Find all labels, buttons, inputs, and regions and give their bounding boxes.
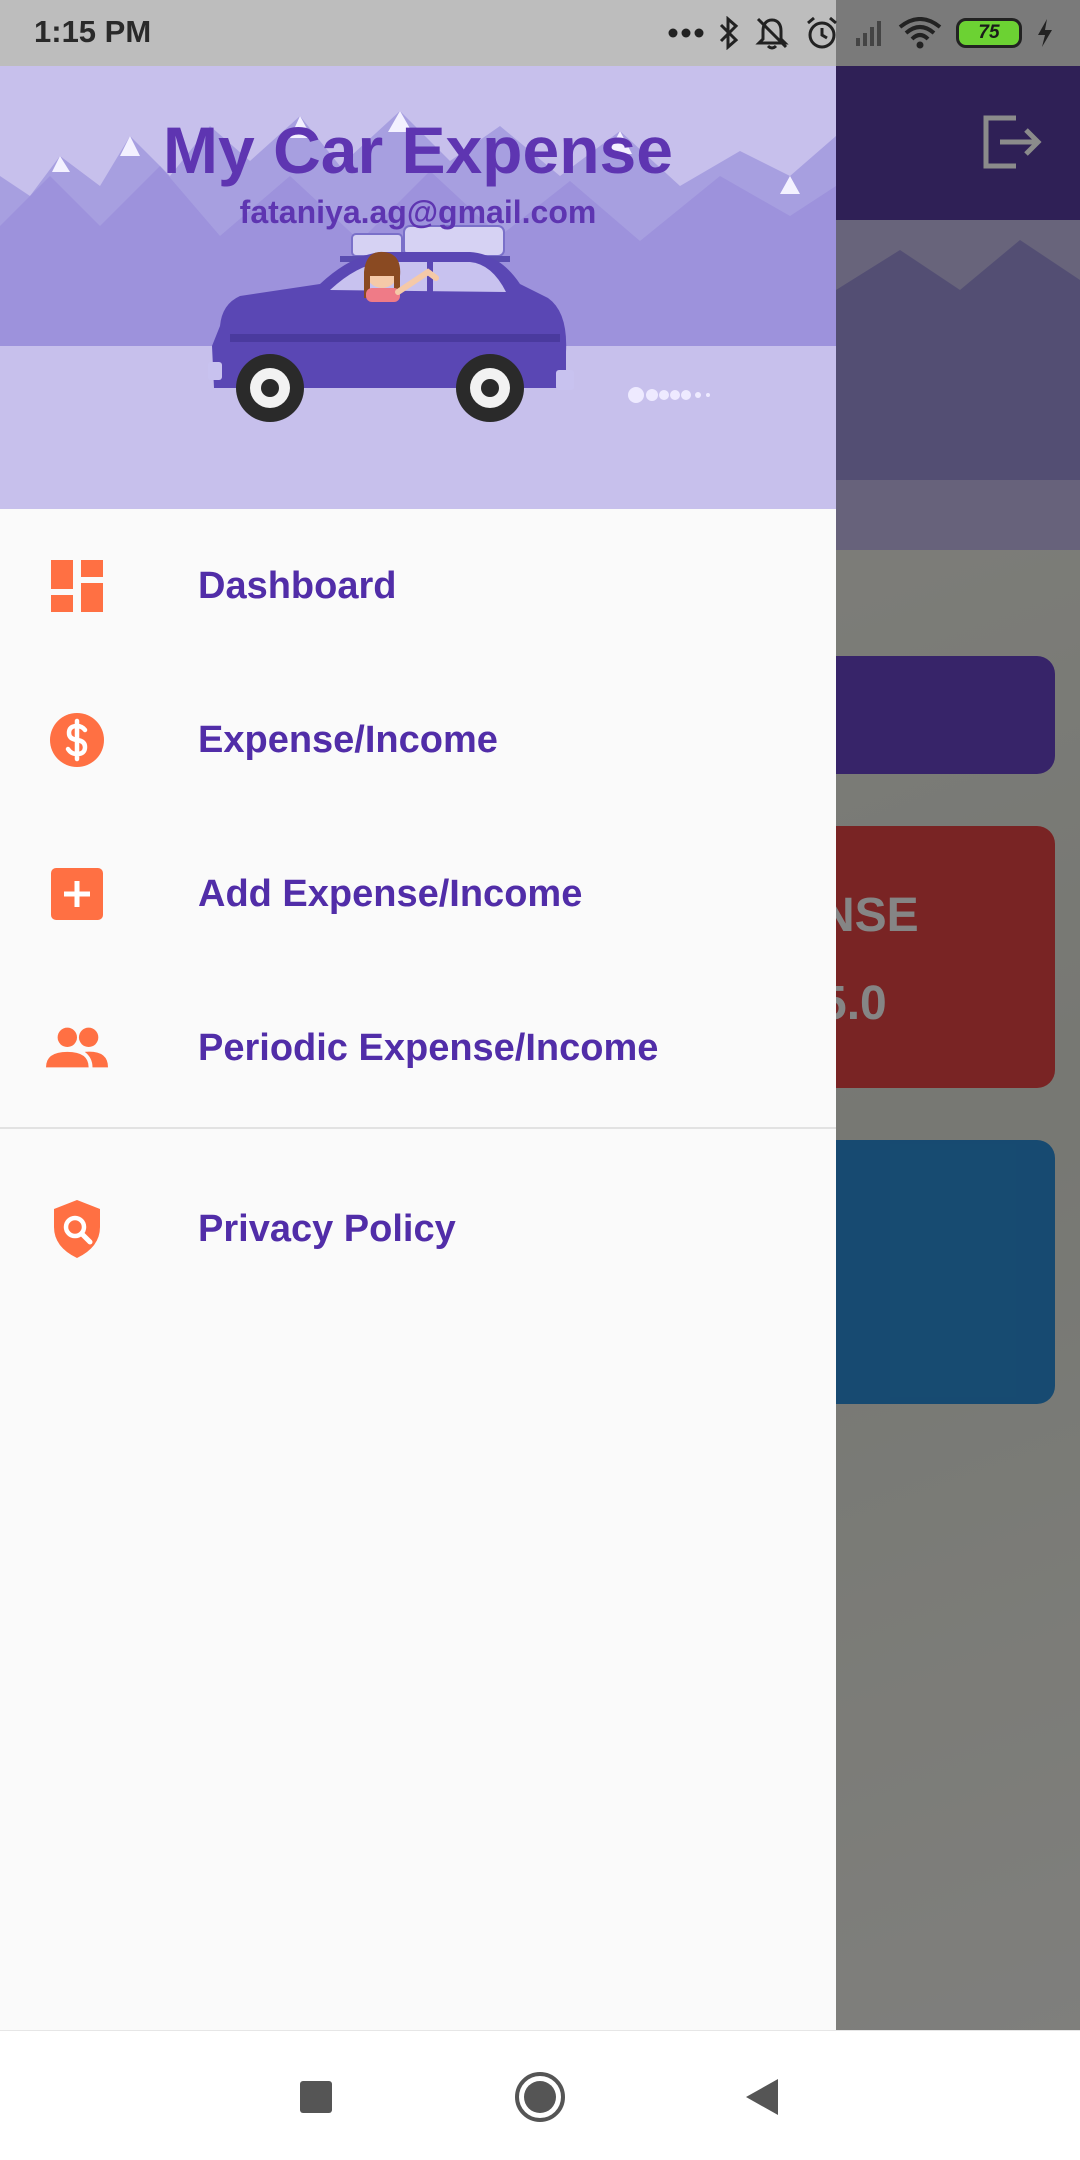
more-notifications-icon bbox=[668, 27, 704, 39]
menu-label-dashboard: Dashboard bbox=[198, 564, 397, 607]
menu-item-dashboard[interactable]: Dashboard bbox=[0, 509, 836, 663]
menu-label-expense-income: Expense/Income bbox=[198, 718, 498, 761]
back-button[interactable] bbox=[732, 2067, 792, 2127]
shield-search-icon bbox=[46, 1198, 108, 1260]
bluetooth-icon bbox=[718, 16, 740, 50]
app-title: My Car Expense bbox=[163, 113, 673, 187]
system-navigation-bar bbox=[0, 2030, 1080, 2160]
menu-item-add-expense-income[interactable]: Add Expense/Income bbox=[0, 817, 836, 971]
menu-label-privacy-policy: Privacy Policy bbox=[198, 1207, 456, 1250]
status-time: 1:15 PM bbox=[34, 14, 152, 49]
menu-divider bbox=[0, 1127, 836, 1129]
signal-icon bbox=[854, 18, 884, 48]
logout-icon bbox=[983, 115, 1042, 169]
drawer-menu: Dashboard Expense/Income Add Expense/Inc… bbox=[0, 509, 836, 1289]
menu-label-periodic-expense-income: Periodic Expense/Income bbox=[198, 1026, 659, 1069]
charging-icon bbox=[1036, 18, 1054, 48]
user-email: fataniya.ag@gmail.com bbox=[239, 194, 597, 230]
battery-indicator: 75 bbox=[956, 18, 1022, 48]
wifi-icon bbox=[898, 17, 942, 49]
status-bar: 1:15 PM 75 bbox=[0, 0, 1080, 66]
alarm-icon bbox=[804, 15, 840, 51]
navigation-drawer: My Car Expense fataniya.ag@gmail.com Das… bbox=[0, 66, 836, 2030]
status-icons: 75 bbox=[668, 12, 1054, 54]
menu-label-add-expense-income: Add Expense/Income bbox=[198, 872, 583, 915]
add-box-icon bbox=[46, 863, 108, 925]
dollar-icon bbox=[46, 709, 108, 771]
drawer-header: My Car Expense fataniya.ag@gmail.com bbox=[0, 66, 836, 509]
home-button[interactable] bbox=[510, 2067, 570, 2127]
menu-item-expense-income[interactable]: Expense/Income bbox=[0, 663, 836, 817]
dashboard-icon bbox=[46, 555, 108, 617]
menu-item-periodic-expense-income[interactable]: Periodic Expense/Income bbox=[0, 971, 836, 1125]
people-icon bbox=[46, 1017, 108, 1079]
recents-button[interactable] bbox=[286, 2067, 346, 2127]
menu-item-privacy-policy[interactable]: Privacy Policy bbox=[0, 1169, 836, 1289]
mute-icon bbox=[754, 15, 790, 51]
